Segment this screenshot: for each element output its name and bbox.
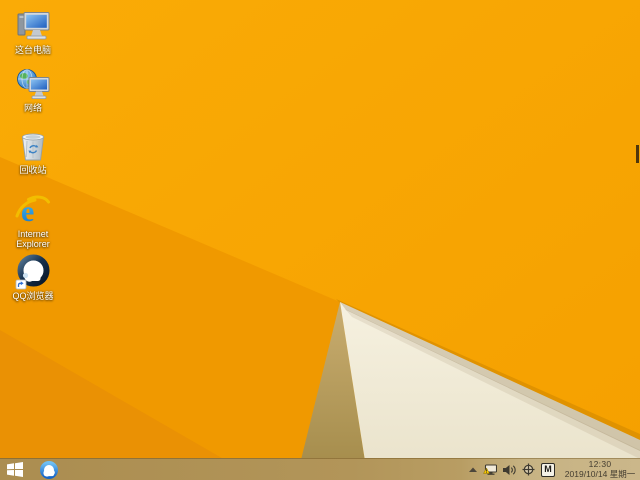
- start-button[interactable]: [0, 459, 30, 480]
- desktop-icon-internet-explorer[interactable]: e Internet Explorer: [2, 192, 64, 249]
- desktop-screen: 这台电脑 网络 回收站 e Internet Explorer QQ浏览器 M …: [0, 0, 640, 480]
- this-pc-icon: [15, 8, 51, 44]
- taskbar: M 12:30 2019/10/14 星期一: [0, 458, 640, 480]
- qq-browser-icon: [15, 254, 51, 290]
- qq-browser-taskbar-icon: [40, 460, 58, 479]
- recycle-bin-icon: [15, 128, 51, 164]
- tray-crosshair-button[interactable]: [522, 463, 535, 476]
- desktop-icon-this-pc[interactable]: 这台电脑: [2, 8, 64, 55]
- recycle-bin-label: 回收站: [19, 165, 47, 175]
- desktop-icon-qq-browser[interactable]: QQ浏览器: [2, 254, 64, 301]
- crosshair-icon: [522, 463, 535, 476]
- volume-button[interactable]: [503, 464, 516, 476]
- speaker-icon: [503, 464, 516, 475]
- hidden-icons-button[interactable]: [469, 467, 477, 473]
- windows-logo-icon: [7, 462, 23, 477]
- desktop-icon-recycle-bin[interactable]: 回收站: [2, 128, 64, 175]
- network-label: 网络: [23, 103, 42, 113]
- internet-explorer-icon: e: [15, 192, 51, 228]
- system-tray: M 12:30 2019/10/14 星期一: [469, 459, 637, 480]
- network-icon: [15, 66, 51, 102]
- qq-browser-label: QQ浏览器: [12, 291, 54, 301]
- network-warning-icon: [483, 463, 497, 475]
- taskbar-qq-browser-button[interactable]: [36, 459, 62, 480]
- desktop-icon-network[interactable]: 网络: [2, 66, 64, 113]
- this-pc-label: 这台电脑: [14, 45, 51, 55]
- wallpaper: [0, 0, 640, 480]
- internet-explorer-label: Internet Explorer: [16, 229, 50, 249]
- chevron-up-icon: [469, 467, 477, 472]
- screen-edge-artifact: [636, 145, 639, 163]
- ime-mode-indicator[interactable]: M: [541, 462, 555, 477]
- clock-date: 2019/10/14 星期一: [564, 468, 636, 479]
- network-status-button[interactable]: [483, 463, 497, 476]
- taskbar-clock[interactable]: 12:30 2019/10/14 星期一: [563, 459, 637, 479]
